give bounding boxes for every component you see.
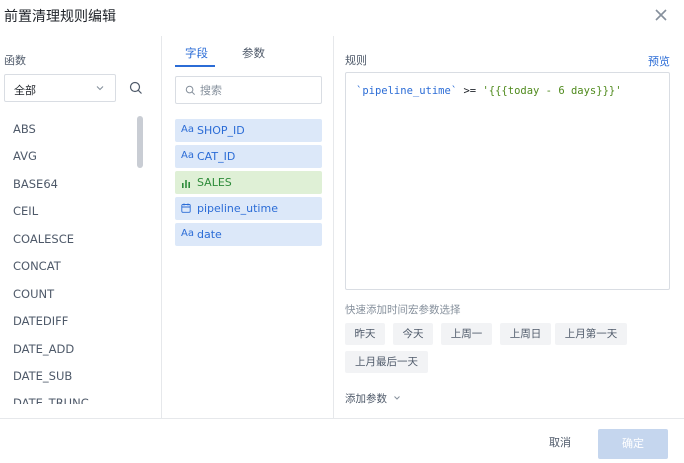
active-tab-indicator (175, 65, 215, 67)
quick-option-today[interactable]: 今天 (393, 323, 433, 345)
functions-panel: 函数 全部 ABS AVG BASE64 CEIL COALESCE CONCA… (0, 36, 162, 418)
search-icon (185, 85, 195, 95)
expr-operator: >= (463, 85, 477, 97)
quick-option-last-sunday[interactable]: 上周日 (500, 323, 551, 345)
function-item[interactable]: DATE_ADD (13, 342, 74, 356)
expr-value: '{{{today - 6 days}}}' (482, 85, 622, 97)
quick-option-yesterday[interactable]: 昨天 (345, 323, 385, 345)
bar-chart-icon (182, 180, 190, 188)
chevron-down-icon (394, 396, 401, 400)
field-item-cat-id[interactable]: Aa CAT_ID (175, 145, 322, 168)
add-param-dropdown[interactable]: 添加参数 (345, 391, 401, 406)
add-param-label: 添加参数 (345, 393, 387, 405)
rule-label: 规则 (345, 54, 367, 67)
calendar-icon (181, 203, 191, 213)
quick-option-last-month-last-day[interactable]: 上月最后一天 (345, 351, 428, 373)
field-name: pipeline_utime (197, 202, 278, 215)
field-search-box[interactable] (175, 76, 322, 104)
field-item-pipeline-utime[interactable]: pipeline_utime (175, 197, 322, 220)
chevron-down-icon (96, 86, 104, 91)
rule-editor[interactable]: `pipeline_utime` >= '{{{today - 6 days}}… (345, 72, 670, 290)
function-item[interactable]: DATE_SUB (13, 369, 72, 383)
quick-option-last-monday[interactable]: 上周一 (441, 323, 492, 345)
field-name: CAT_ID (197, 150, 236, 163)
function-category-value: 全部 (14, 84, 36, 97)
function-list: ABS AVG BASE64 CEIL COALESCE CONCAT COUN… (0, 114, 148, 404)
function-item[interactable]: AVG (13, 149, 37, 163)
field-item-date[interactable]: Aa date (175, 223, 322, 246)
function-item[interactable]: COUNT (13, 287, 54, 301)
field-item-sales[interactable]: SALES (175, 171, 322, 194)
tab-fields[interactable]: 字段 (185, 45, 208, 61)
rule-expression: `pipeline_utime` >= '{{{today - 6 days}}… (356, 85, 622, 97)
cancel-button[interactable]: 取消 (538, 429, 582, 457)
quick-add-label: 快速添加时间宏参数选择 (345, 304, 461, 316)
text-type-icon: Aa (181, 228, 194, 239)
field-item-shop-id[interactable]: Aa SHOP_ID (175, 119, 322, 142)
function-category-select[interactable]: 全部 (4, 74, 116, 102)
field-search-input[interactable] (200, 82, 315, 98)
function-item[interactable]: CONCAT (13, 259, 61, 273)
rule-panel: 规则 预览 `pipeline_utime` >= '{{{today - 6 … (334, 36, 684, 418)
dialog-title: 前置清理规则编辑 (4, 9, 116, 25)
scrollbar-thumb[interactable] (137, 116, 143, 168)
quick-option-last-month-first-day[interactable]: 上月第一天 (555, 323, 627, 345)
dialog-footer: 取消 确定 (0, 418, 684, 463)
function-item[interactable]: BASE64 (13, 177, 58, 191)
search-icon[interactable] (128, 80, 144, 96)
function-item[interactable]: CEIL (13, 204, 38, 218)
rule-edit-dialog: 前置清理规则编辑 函数 全部 ABS AVG BASE64 CEIL COALE… (0, 0, 684, 463)
function-item[interactable]: ABS (13, 122, 36, 136)
text-type-icon: Aa (181, 150, 194, 161)
close-icon[interactable] (652, 6, 670, 24)
function-item[interactable]: DATE_TRUNC (13, 396, 89, 404)
field-name: SHOP_ID (197, 124, 245, 137)
fields-panel: 字段 参数 Aa SHOP_ID Aa CAT_ID SALES (162, 36, 334, 418)
expr-field: `pipeline_utime` (356, 85, 458, 97)
field-name: date (197, 228, 222, 241)
function-item[interactable]: COALESCE (13, 232, 74, 246)
confirm-button[interactable]: 确定 (598, 429, 668, 459)
tab-params[interactable]: 参数 (242, 45, 265, 61)
preview-link[interactable]: 预览 (648, 53, 670, 69)
dialog-header: 前置清理规则编辑 (0, 0, 684, 36)
field-name: SALES (197, 176, 232, 189)
text-type-icon: Aa (181, 124, 194, 135)
functions-label: 函数 (4, 54, 26, 67)
function-item[interactable]: DATEDIFF (13, 314, 68, 328)
